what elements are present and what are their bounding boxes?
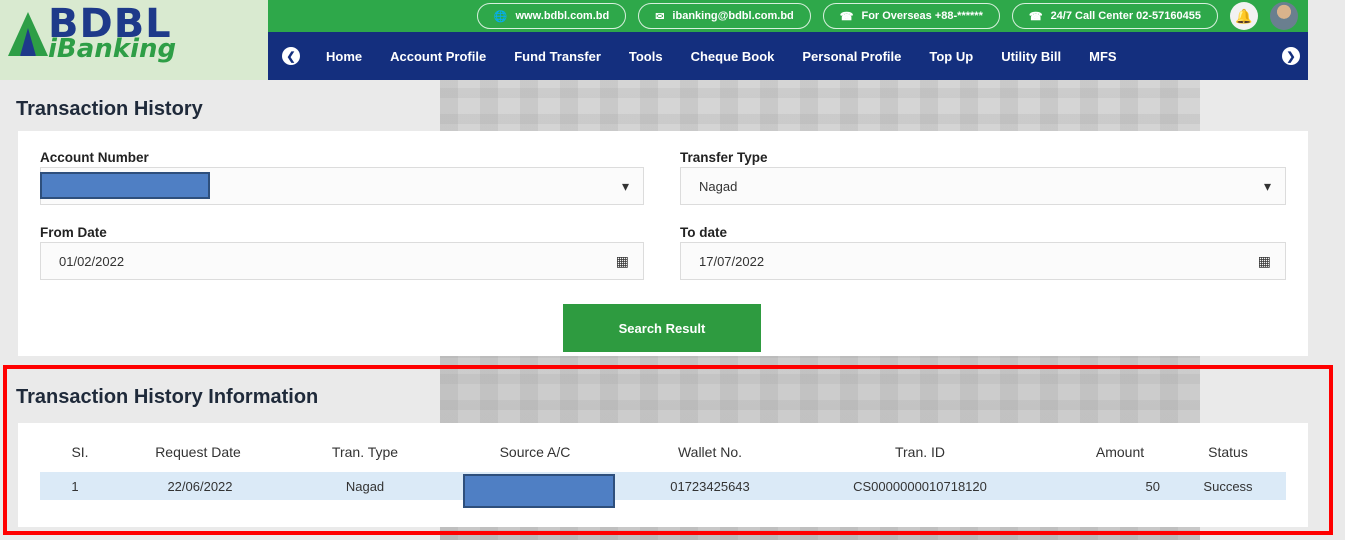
phone-icon: ☎ — [839, 10, 854, 23]
nav-item-home[interactable]: Home — [326, 49, 362, 64]
from-date-label: From Date — [40, 225, 107, 240]
nav-item-personal-profile[interactable]: Personal Profile — [802, 49, 901, 64]
notification-bell-icon[interactable]: 🔔 — [1230, 2, 1258, 30]
overseas-phone-link[interactable]: ☎ For Overseas +88-****** — [822, 3, 1000, 29]
email-text: ibanking@bdbl.com.bd — [672, 10, 794, 22]
column-header-status: Status — [1208, 444, 1248, 460]
nav-scroll-left-icon[interactable]: ❮ — [282, 47, 300, 65]
phone-icon: ☎ — [1028, 10, 1043, 23]
from-date-value: 01/02/2022 — [59, 253, 125, 269]
from-date-input[interactable]: 01/02/2022 ▦ — [40, 242, 644, 280]
nav-item-cheque-book[interactable]: Cheque Book — [691, 49, 775, 64]
cell-status: Success — [1203, 479, 1253, 494]
column-header-tran-id: Tran. ID — [894, 444, 946, 460]
transfer-type-label: Transfer Type — [680, 150, 768, 165]
nav-item-account-profile[interactable]: Account Profile — [390, 49, 486, 64]
cell-amount: 50 — [1145, 479, 1160, 494]
website-link[interactable]: 🌐 www.bdbl.com.bd — [476, 3, 627, 29]
to-date-label: To date — [680, 225, 727, 240]
column-header-source-ac: Source A/C — [499, 444, 571, 460]
to-date-value: 17/07/2022 — [699, 253, 765, 269]
cell-wallet-no: 01723425643 — [670, 479, 750, 494]
website-text: www.bdbl.com.bd — [515, 10, 610, 22]
results-title: Transaction History Information — [16, 386, 319, 408]
dropdown-arrow-icon: ▾ — [621, 178, 629, 194]
nav-scroll-right-icon[interactable]: ❯ — [1282, 47, 1300, 65]
column-header-wallet-no: Wallet No. — [677, 444, 743, 460]
overseas-text: For Overseas +88-****** — [861, 10, 983, 22]
column-header-tran-type: Tran. Type — [331, 444, 399, 460]
redacted-source-account — [463, 474, 615, 508]
search-result-button[interactable]: Search Result — [563, 304, 761, 352]
nav-item-utility-bill[interactable]: Utility Bill — [1001, 49, 1061, 64]
page-title: Transaction History — [16, 98, 203, 120]
account-number-label: Account Number — [40, 150, 149, 165]
envelope-icon: ✉ — [655, 10, 665, 23]
column-header-si: SI. — [71, 444, 89, 460]
to-date-input[interactable]: 17/07/2022 ▦ — [680, 242, 1286, 280]
user-avatar[interactable] — [1270, 2, 1298, 30]
cell-tran-type: Nagad — [345, 479, 385, 494]
column-header-request-date: Request Date — [155, 444, 241, 460]
nav-item-top-up[interactable]: Top Up — [929, 49, 973, 64]
logo-text-ibanking: iBanking — [48, 34, 177, 64]
globe-icon: 🌐 — [493, 10, 508, 23]
nav-item-mfs[interactable]: MFS — [1089, 49, 1116, 64]
logo-mark-icon — [8, 12, 48, 56]
logo-area: BDBL iBanking — [0, 0, 268, 80]
cell-tran-id: CS0000000010718120 — [853, 479, 987, 494]
main-nav: ❮ Home Account Profile Fund Transfer Too… — [268, 32, 1308, 80]
transfer-type-select[interactable]: Nagad ▾ — [680, 167, 1286, 205]
call-center-link[interactable]: ☎ 24/7 Call Center 02-57160455 — [1011, 3, 1218, 29]
cell-request-date: 22/06/2022 — [167, 479, 233, 494]
email-link[interactable]: ✉ ibanking@bdbl.com.bd — [638, 3, 811, 29]
calendar-icon[interactable]: ▦ — [1258, 253, 1271, 270]
top-contact-bar: 🌐 www.bdbl.com.bd ✉ ibanking@bdbl.com.bd… — [268, 0, 1308, 32]
nav-item-fund-transfer[interactable]: Fund Transfer — [514, 49, 601, 64]
bdbl-logo[interactable]: BDBL iBanking — [6, 4, 246, 64]
column-header-amount: Amount — [1095, 444, 1145, 460]
cell-si: 1 — [71, 479, 79, 494]
transfer-type-value: Nagad — [699, 178, 738, 194]
call-center-text: 24/7 Call Center 02-57160455 — [1050, 10, 1201, 22]
dropdown-arrow-icon: ▾ — [1263, 178, 1271, 194]
nav-item-tools[interactable]: Tools — [629, 49, 663, 64]
calendar-icon[interactable]: ▦ — [616, 253, 629, 270]
redacted-account-number — [40, 172, 210, 199]
